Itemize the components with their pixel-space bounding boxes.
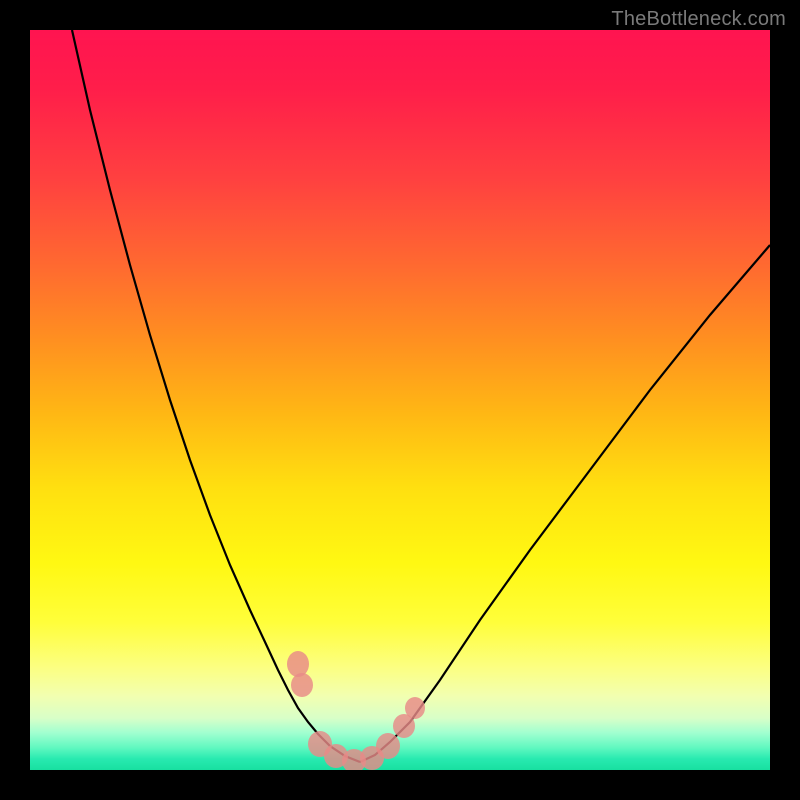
marker-group <box>287 651 425 770</box>
marker-point <box>376 733 400 759</box>
marker-point <box>291 673 313 697</box>
chart-svg <box>30 30 770 770</box>
curve-left <box>72 30 360 762</box>
watermark-text: TheBottleneck.com <box>611 8 786 31</box>
curve-right <box>360 245 770 762</box>
marker-point <box>405 697 425 719</box>
marker-point <box>287 651 309 677</box>
plot-area <box>30 30 770 770</box>
